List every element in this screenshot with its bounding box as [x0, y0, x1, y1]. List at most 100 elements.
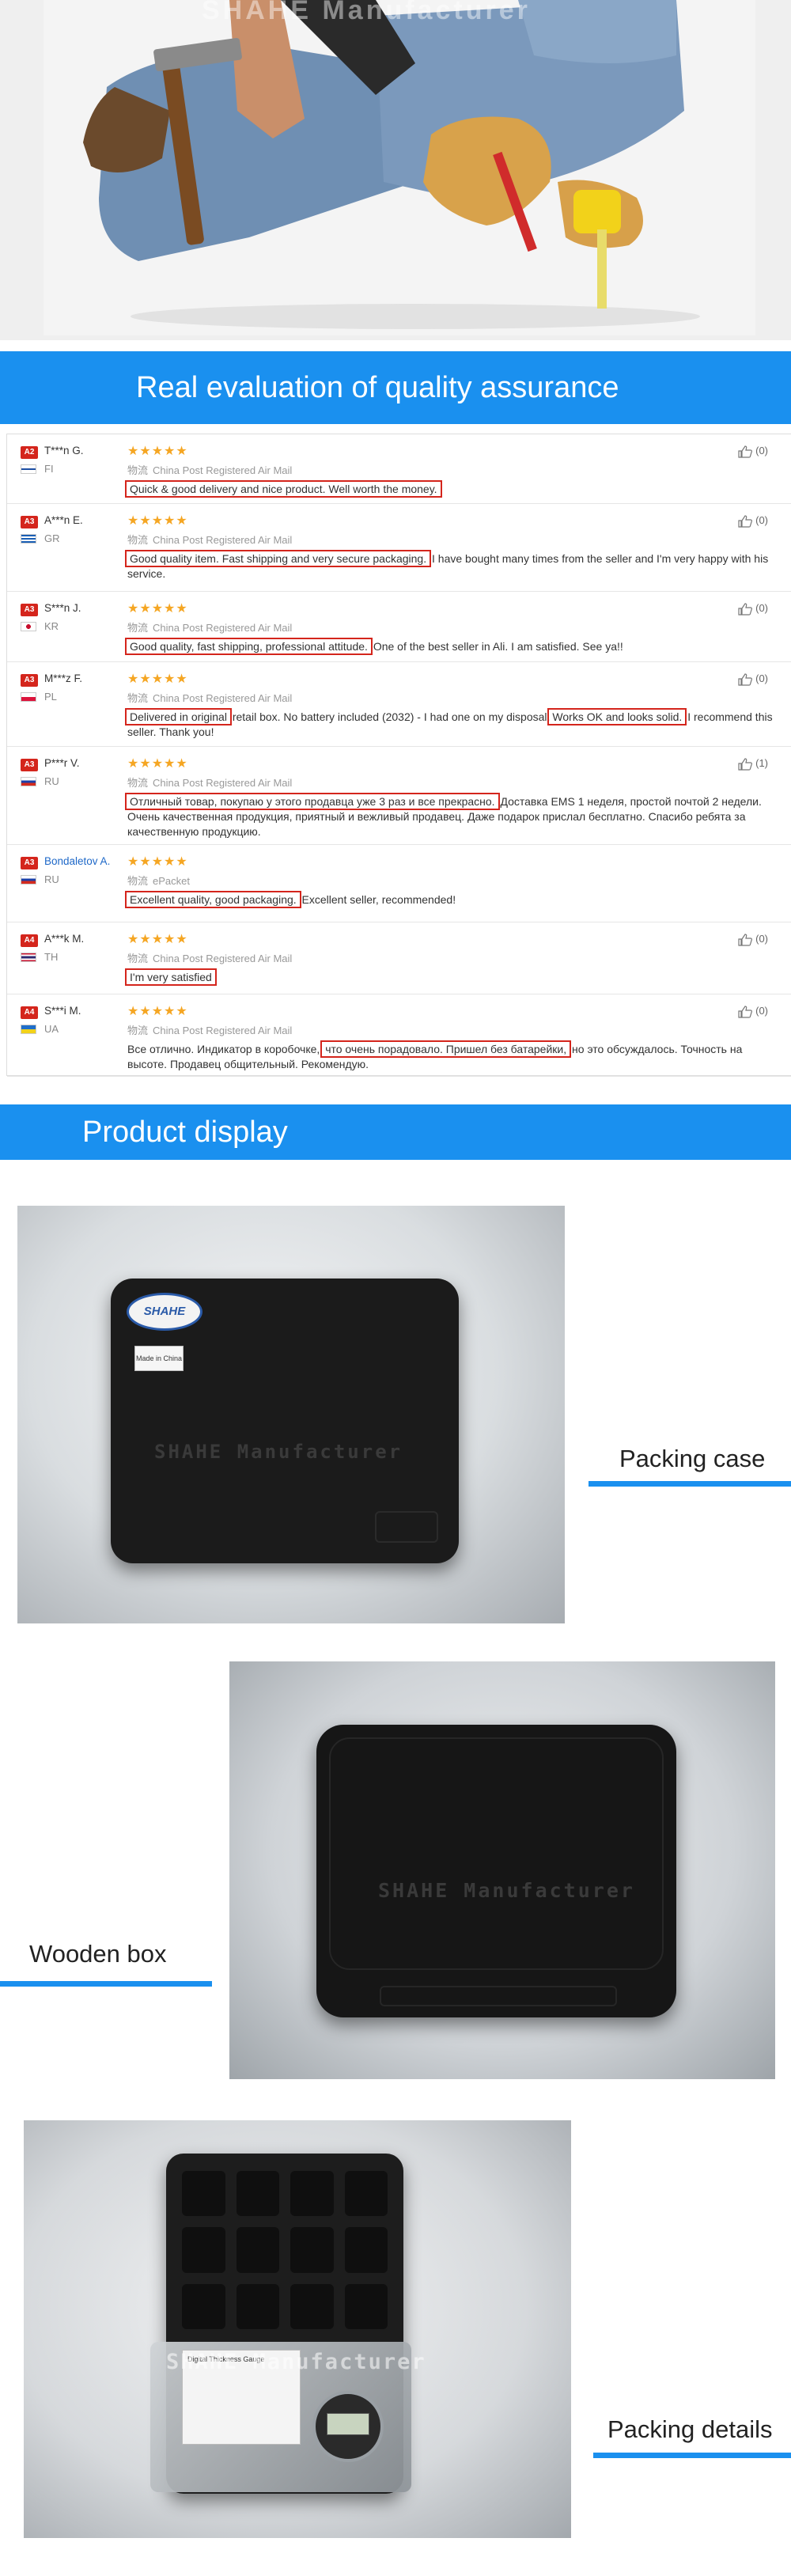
highlighted-phrase: Delivered in original [125, 708, 232, 725]
review-text: Excellent quality, good packaging. Excel… [125, 891, 784, 908]
shipping-method: 物流 China Post Registered Air Mail [127, 950, 292, 965]
flag-th-icon [21, 953, 36, 962]
reviewer-name[interactable]: Bondaletov A. [44, 855, 110, 867]
helpful-count: (0) [755, 514, 768, 526]
review-item: A2 T***n G. FI ★★★★★ 物流 China Post Registered… [7, 434, 791, 504]
highlighted-phrase: Quick & good delivery and nice product. … [125, 480, 442, 498]
thumbs-up-icon [737, 933, 753, 946]
packing-case-underline [589, 1481, 791, 1487]
reviewer-name: M***z F. [44, 672, 83, 684]
gauge-display [327, 2413, 369, 2435]
shipping-label: 物流 [127, 464, 149, 476]
box-hinge [380, 1986, 617, 2006]
thumbs-up-icon [737, 445, 753, 458]
product-display-banner: Product display [0, 1104, 791, 1160]
shipping-method-text: China Post Registered Air Mail [153, 953, 293, 964]
shipping-method-text: China Post Registered Air Mail [153, 692, 293, 704]
review-item: A3 P***r V. RU ★★★★★ 物流 China Post Registered… [7, 747, 791, 845]
highlighted-phrase: Good quality item. Fast shipping and ver… [124, 550, 432, 567]
review-item: A3 M***z F. PL ★★★★★ 物流 China Post Registered… [7, 662, 791, 747]
highlighted-phrase: Отличный товар, покупаю у этого продавца… [125, 793, 500, 810]
shipping-method-text: China Post Registered Air Mail [153, 1025, 293, 1036]
helpful-count: (0) [755, 1005, 768, 1017]
buyer-level-badge: A4 [21, 934, 38, 947]
buyer-level-badge: A2 [21, 446, 38, 459]
shipping-label: 物流 [127, 777, 149, 789]
review-item: A3 A***n E. GR ★★★★★ 物流 China Post Registered… [7, 504, 791, 592]
worker-measuring-illustration [44, 0, 755, 335]
reviewer-country: UA [44, 1023, 59, 1035]
helpful-vote-button[interactable]: (0) [737, 1005, 768, 1018]
review-text: Delivered in original retail box. No bat… [125, 708, 784, 740]
helpful-vote-button[interactable]: (0) [737, 672, 768, 686]
wooden-box-caption: Wooden box [29, 1940, 167, 1968]
wooden-box-underline [0, 1981, 212, 1987]
hero-watermark: SHAHE Manufacturer [202, 0, 531, 25]
highlighted-phrase: Works OK and looks solid. [547, 708, 687, 725]
review-text-segment: One of the best seller in Ali. I am sati… [369, 640, 623, 653]
shipping-method: 物流 China Post Registered Air Mail [127, 462, 292, 477]
star-rating: ★★★★★ [127, 514, 188, 528]
flag-ru-icon [21, 875, 36, 885]
shipping-method-text: China Post Registered Air Mail [153, 777, 293, 789]
buyer-level-badge: A3 [21, 857, 38, 869]
thumbs-up-icon [737, 1005, 753, 1018]
review-item: A4 A***k M. TH ★★★★★ 物流 China Post Registered… [7, 922, 791, 994]
flag-ua-icon [21, 1025, 36, 1034]
thumbs-up-icon [737, 602, 753, 616]
helpful-count: (0) [755, 933, 768, 945]
thumbs-up-icon [737, 514, 753, 528]
hero-photo: SHAHE Manufacturer [44, 0, 755, 335]
reviewer-name: A***k M. [44, 933, 85, 945]
buyer-level-badge: A4 [21, 1006, 38, 1019]
review-text: Good quality, fast shipping, professiona… [125, 638, 784, 655]
hero-photo-section: SHAHE Manufacturer [0, 0, 791, 340]
box-lid-border [329, 1737, 664, 1970]
review-text: I'm very satisfied [125, 968, 784, 986]
star-rating: ★★★★★ [127, 445, 188, 458]
shipping-label: 物流 [127, 875, 149, 887]
star-rating: ★★★★★ [127, 757, 188, 771]
reviewer-name: T***n G. [44, 445, 84, 456]
reviewer-country: KR [44, 620, 59, 632]
shipping-method: 物流 China Post Registered Air Mail [127, 619, 292, 635]
highlighted-phrase: что очень порадовало. Пришел без батарей… [320, 1040, 572, 1058]
review-text: Good quality item. Fast shipping and ver… [124, 550, 784, 581]
helpful-count: (0) [755, 602, 768, 614]
review-text: Отличный товар, покупаю у этого продавца… [125, 793, 784, 839]
packing-watermark: SHAHE Manufacturer [166, 2350, 426, 2374]
helpful-vote-button[interactable]: (0) [737, 602, 768, 616]
shipping-method: 物流 China Post Registered Air Mail [127, 690, 292, 705]
helpful-count: (0) [755, 672, 768, 684]
review-item: A3 S***n J. KR ★★★★★ 物流 China Post Registered… [7, 592, 791, 662]
review-item: A4 S***i M. UA ★★★★★ 物流 China Post Registered… [7, 994, 791, 1077]
shipping-method-text: China Post Registered Air Mail [153, 464, 293, 476]
shipping-label: 物流 [127, 953, 149, 964]
shipping-method-text: China Post Registered Air Mail [153, 534, 293, 546]
review-text-segment: Excellent seller, recommended! [298, 893, 456, 906]
helpful-vote-button[interactable]: (0) [737, 514, 768, 528]
helpful-count: (0) [755, 445, 768, 456]
buyer-level-badge: A3 [21, 516, 38, 528]
highlighted-phrase: I'm very satisfied [125, 968, 217, 986]
helpful-vote-button[interactable]: (0) [737, 445, 768, 458]
helpful-vote-button[interactable]: (0) [737, 933, 768, 946]
packing-details-caption: Packing details [607, 2415, 773, 2443]
shipping-label: 物流 [127, 622, 149, 634]
reviewer-name: P***r V. [44, 757, 80, 769]
review-item: A3 Bondaletov A. RU ★★★★★ 物流 ePacket Excellen… [7, 845, 791, 922]
made-in-china-sticker: Made in China [134, 1346, 184, 1371]
review-text-segment: retail box. No battery included (2032) -… [229, 710, 551, 723]
helpful-count: (1) [755, 757, 768, 769]
packing-details-underline [593, 2453, 791, 2458]
buyer-level-badge: A3 [21, 674, 38, 687]
reviewer-country: FI [44, 463, 54, 475]
reviews-section-banner: Real evaluation of quality assurance [0, 351, 791, 424]
reviewer-country: PL [44, 691, 57, 703]
highlighted-phrase: Excellent quality, good packaging. [125, 891, 301, 908]
helpful-vote-button[interactable]: (1) [737, 757, 768, 771]
flag-gr-icon [21, 534, 36, 544]
shipping-label: 物流 [127, 1025, 149, 1036]
reviewer-name: A***n E. [44, 514, 83, 526]
reviewer-name: S***n J. [44, 602, 81, 614]
